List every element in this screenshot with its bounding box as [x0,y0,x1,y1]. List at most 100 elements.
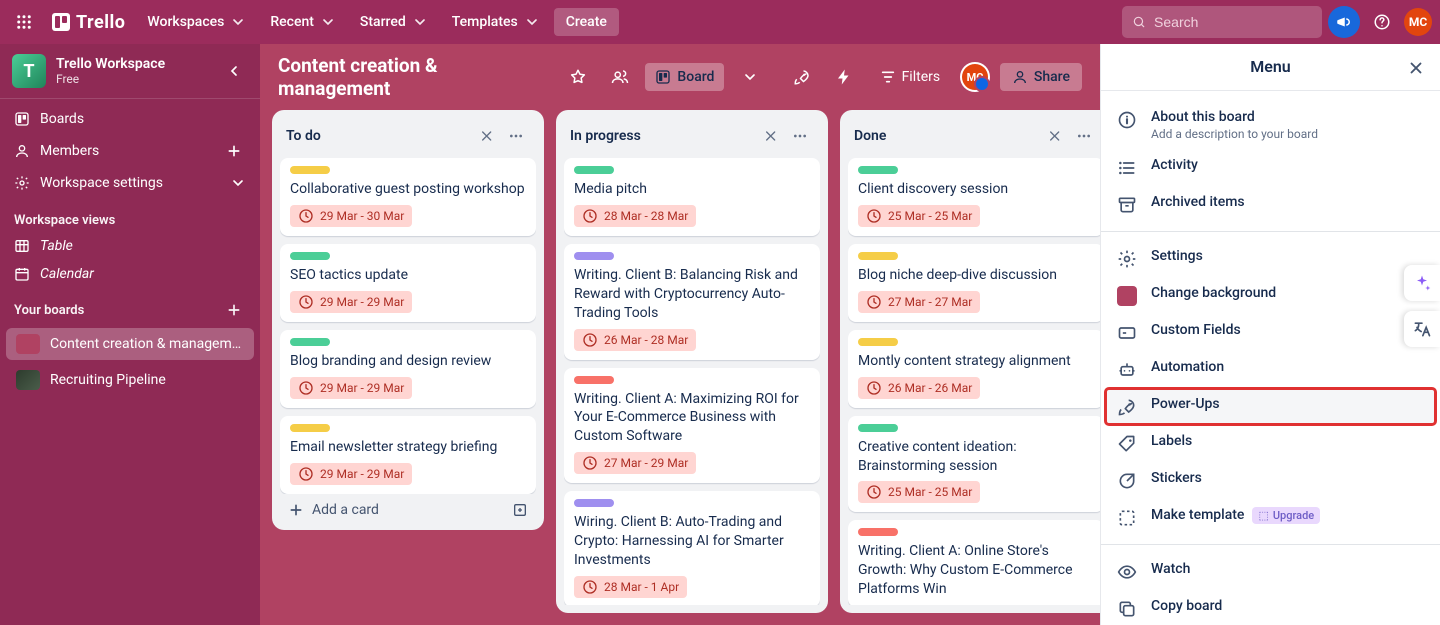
star-button[interactable] [562,61,594,93]
menu-change-background[interactable]: Change background [1101,277,1440,314]
card[interactable]: Blog branding and design review29 Mar - … [280,330,536,408]
menu-activity[interactable]: Activity [1101,149,1440,186]
nav-recent[interactable]: Recent [260,8,346,36]
card[interactable]: Blog niche deep-dive discussion27 Mar - … [848,244,1100,322]
list-collapse-button[interactable] [474,122,502,150]
workspace-plan: Free [56,72,210,86]
visibility-button[interactable] [604,61,636,93]
menu-custom-fields[interactable]: Custom Fields [1101,314,1440,351]
board-color-swatch [16,370,40,390]
card[interactable]: Writing. Client B: Balancing Risk and Re… [564,244,820,360]
add-member-button[interactable] [222,139,246,163]
automation-bolt-button[interactable] [828,61,860,93]
list-menu-button[interactable] [786,122,814,150]
notifications-icon[interactable] [1328,6,1360,38]
nav-starred[interactable]: Starred [350,8,438,36]
search-input[interactable] [1122,6,1322,38]
nav-workspaces[interactable]: Workspaces [137,8,256,36]
card[interactable]: Montly content strategy alignment26 Mar … [848,330,1100,408]
menu-settings[interactable]: Settings [1101,240,1440,277]
search-field[interactable] [1154,14,1312,30]
chevron-down-icon [412,14,428,30]
trello-logo[interactable]: Trello [44,12,133,33]
clock-icon [582,332,598,348]
list-collapse-button[interactable] [1042,122,1070,150]
gear-icon [1117,249,1137,269]
view-options-button[interactable] [734,61,766,93]
card[interactable]: SEO tactics update29 Mar - 29 Mar [280,244,536,322]
menu-about-board[interactable]: About this boardAdd a description to you… [1101,101,1440,149]
language-button[interactable] [1404,311,1440,347]
card[interactable]: Writing. Client A: Maximizing ROI for Yo… [564,368,820,484]
top-navigation: Trello Workspaces Recent Starred Templat… [0,0,1440,44]
sidebar-view-table[interactable]: Table [0,232,260,260]
list-menu-button[interactable] [1070,122,1098,150]
share-button[interactable]: Share [1000,63,1082,91]
filters-button[interactable]: Filters [870,63,951,91]
card[interactable]: Client discovery session25 Mar - 25 Mar [848,158,1100,236]
clock-icon [298,208,314,224]
table-icon [14,238,30,254]
menu-labels[interactable]: Labels [1101,425,1440,462]
app-switcher-icon[interactable] [8,6,40,38]
card[interactable]: Writing. Client A: Online Store's Growth… [848,520,1100,605]
menu-stickers[interactable]: Stickers [1101,462,1440,499]
card[interactable]: Email newsletter strategy briefing29 Mar… [280,416,536,494]
user-avatar[interactable]: MC [1404,8,1432,36]
card[interactable]: Creative content ideation: Brainstorming… [848,416,1100,513]
list-icon [1117,158,1137,178]
menu-drawer: Menu About this boardAdd a description t… [1100,44,1440,625]
template-icon[interactable] [512,502,528,518]
board-icon [14,111,30,127]
menu-make-template[interactable]: Make template⬚ Upgrade [1101,499,1440,536]
board-area: Content creation & management Board Filt… [260,44,1100,625]
card[interactable]: Media pitch28 Mar - 28 Mar [564,158,820,236]
info-icon [1117,110,1137,130]
add-board-button[interactable] [222,298,246,322]
chevron-down-icon [524,14,540,30]
sidebar-members[interactable]: Members [0,133,260,169]
menu-copy-board[interactable]: Copy board [1101,590,1440,625]
clock-icon [298,466,314,482]
help-icon[interactable] [1366,6,1398,38]
board-title[interactable]: Content creation & management [278,54,552,100]
menu-archived[interactable]: Archived items [1101,186,1440,223]
date-badge: 29 Mar - 29 Mar [290,377,412,399]
card[interactable]: Collaborative guest posting workshop29 M… [280,158,536,236]
tag-icon [1117,434,1137,454]
menu-watch[interactable]: Watch [1101,553,1440,590]
add-card-button[interactable]: Add a card [280,494,536,522]
label-yellow [858,252,898,260]
sidebar-boards[interactable]: Boards [0,105,260,133]
nav-templates[interactable]: Templates [442,8,550,36]
floating-side-buttons [1404,265,1440,347]
list-title[interactable]: To do [286,128,474,144]
list-collapse-button[interactable] [758,122,786,150]
sidebar-board-recruiting[interactable]: Recruiting Pipeline [6,364,254,396]
create-button[interactable]: Create [554,8,619,36]
date-badge: 25 Mar - 25 Mar [858,205,980,227]
list-title[interactable]: In progress [570,128,758,144]
label-purple [574,499,614,507]
powerup-rocket-button[interactable] [786,61,818,93]
label-yellow [290,424,330,432]
sidebar-board-content[interactable]: Content creation & managem… [6,328,254,360]
board-member-avatar[interactable]: MC [960,62,990,92]
label-red [574,376,614,384]
menu-close-button[interactable] [1402,54,1430,82]
label-green [858,424,898,432]
list-menu-button[interactable] [502,122,530,150]
calendar-icon [14,266,30,282]
menu-automation[interactable]: Automation [1101,351,1440,388]
filter-icon [880,69,896,85]
menu-powerups[interactable]: Power-Ups [1105,388,1436,425]
sidebar-workspace-settings[interactable]: Workspace settings [0,169,260,197]
sidebar-view-calendar[interactable]: Calendar [0,260,260,288]
sidebar-collapse-button[interactable] [220,57,248,85]
ai-sparkle-button[interactable] [1404,265,1440,301]
list-title[interactable]: Done [854,128,1042,144]
menu-title: Menu [1250,57,1290,76]
card[interactable]: Wiring. Client B: Auto-Trading and Crypt… [564,491,820,605]
rocket-icon [1117,397,1137,417]
board-view-switch[interactable]: Board [645,63,724,91]
